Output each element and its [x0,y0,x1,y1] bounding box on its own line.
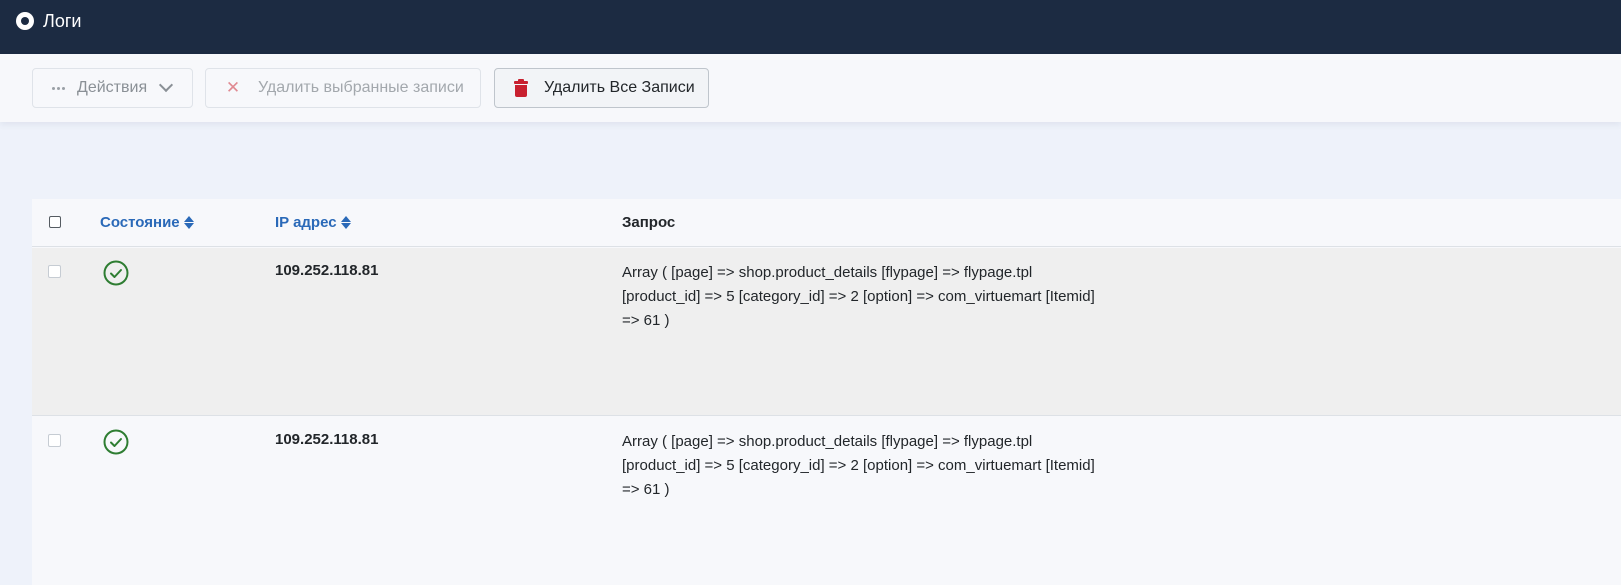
request-line: Array ( [page] => shop.product_details [… [622,264,1033,281]
trash-icon [514,78,528,97]
page-title: Логи [43,11,82,31]
check-circle-icon[interactable] [103,429,129,455]
actions-dropdown-button[interactable]: Действия [32,68,193,108]
request-text: Array ( [page] => shop.product_details [… [622,261,1122,333]
logs-table: Состояние IP адрес Запрос 109.252.118.81… [32,199,1621,585]
table-row: 109.252.118.81 Array ( [page] => shop.pr… [32,248,1621,416]
ellipsis-icon [52,86,66,90]
request-line: Array ( [page] => shop.product_details [… [622,433,1033,450]
sort-icon [340,216,351,229]
toolbar: Действия ✕ Удалить выбранные записи Удал… [0,54,1621,122]
request-line: [product_id] => 5 [category_id] => 2 [op… [622,288,1095,305]
request-line: => 61 ) [622,481,670,498]
column-label-state: Состояние [100,214,180,231]
row-checkbox[interactable] [48,265,61,278]
request-line: [product_id] => 5 [category_id] => 2 [op… [622,457,1095,474]
joomla-logo-icon[interactable] [16,12,34,30]
delete-all-label: Удалить Все Записи [544,79,695,96]
actions-label: Действия [77,79,148,96]
column-header-request: Запрос [622,214,676,231]
app-header: Логи [0,0,1621,54]
delete-selected-label: Удалить выбранные записи [258,79,464,96]
column-header-state[interactable]: Состояние [100,214,194,231]
column-label-ip: IP адрес [275,214,337,231]
chevron-down-icon [159,77,174,93]
request-line: => 61 ) [622,312,670,329]
ip-address: 109.252.118.81 [275,431,379,448]
check-circle-icon[interactable] [103,260,129,286]
ip-address: 109.252.118.81 [275,262,379,279]
column-header-ip[interactable]: IP адрес [275,214,351,231]
row-checkbox[interactable] [48,434,61,447]
delete-selected-button[interactable]: ✕ Удалить выбранные записи [205,68,481,108]
sort-icon [183,216,194,229]
delete-all-button[interactable]: Удалить Все Записи [494,68,709,108]
select-all-checkbox[interactable] [49,216,61,228]
request-text: Array ( [page] => shop.product_details [… [622,430,1122,502]
table-row: 109.252.118.81 Array ( [page] => shop.pr… [32,417,1621,585]
close-icon: ✕ [225,78,241,97]
table-header: Состояние IP адрес Запрос [32,199,1621,247]
